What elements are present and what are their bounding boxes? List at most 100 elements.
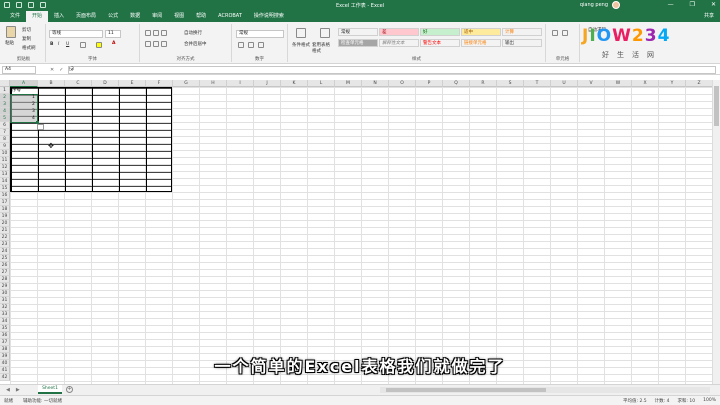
column-header-p[interactable]: P (416, 80, 443, 87)
row-header-20[interactable]: 20 (0, 220, 10, 227)
tab-review[interactable]: 审阅 (146, 11, 168, 22)
row-header-38[interactable]: 38 (0, 346, 10, 353)
tab-help[interactable]: 帮助 (190, 11, 212, 22)
row-header-37[interactable]: 37 (0, 339, 10, 346)
formula-input[interactable]: 3 (68, 66, 716, 74)
font-size-select[interactable]: 11 (105, 30, 121, 38)
row-header-4[interactable]: 4 (0, 108, 10, 115)
cell-a1[interactable]: 序号 (12, 87, 21, 94)
row-header-10[interactable]: 10 (0, 150, 10, 157)
column-header-c[interactable]: C (65, 80, 92, 87)
row-header-18[interactable]: 18 (0, 206, 10, 213)
row-header-22[interactable]: 22 (0, 234, 10, 241)
row-header-19[interactable]: 19 (0, 213, 10, 220)
percent-icon[interactable] (248, 42, 254, 48)
currency-icon[interactable] (238, 42, 244, 48)
horizontal-scroll-thumb[interactable] (386, 388, 546, 392)
row-header-12[interactable]: 12 (0, 164, 10, 171)
row-header-5[interactable]: 5 (0, 115, 10, 122)
close-icon[interactable]: ✕ (711, 1, 716, 8)
horizontal-scrollbar[interactable] (380, 387, 710, 393)
style-calculation[interactable]: 计算 (502, 28, 542, 36)
row-header-26[interactable]: 26 (0, 262, 10, 269)
tab-acrobat[interactable]: ACROBAT (212, 11, 248, 22)
copy-button[interactable]: 复制 (22, 36, 31, 42)
tab-file[interactable]: 文件 (4, 11, 26, 22)
row-header-14[interactable]: 14 (0, 178, 10, 185)
column-header-x[interactable]: X (632, 80, 659, 87)
style-neutral[interactable]: 适中 (461, 28, 501, 36)
row-header-33[interactable]: 33 (0, 311, 10, 318)
style-linked-cell[interactable]: 链接单元格 (461, 39, 501, 47)
select-all-corner[interactable] (0, 80, 10, 87)
align-center-icon[interactable] (153, 41, 159, 47)
align-right-icon[interactable] (161, 41, 167, 47)
avatar[interactable] (612, 1, 620, 9)
style-check-cell[interactable]: 检查单元格 (338, 39, 378, 47)
name-box[interactable]: A4 (2, 66, 36, 74)
vertical-scrollbar[interactable] (712, 80, 720, 384)
column-header-k[interactable]: K (281, 80, 308, 87)
fill-color-icon[interactable] (96, 42, 102, 48)
column-header-d[interactable]: D (92, 80, 119, 87)
row-header-16[interactable]: 16 (0, 192, 10, 199)
style-good[interactable]: 好 (420, 28, 460, 36)
row-header-25[interactable]: 25 (0, 255, 10, 262)
tell-me-search[interactable]: 操作说明搜索 (248, 11, 290, 22)
add-sheet-icon[interactable]: + (66, 386, 73, 393)
column-header-s[interactable]: S (497, 80, 524, 87)
cut-button[interactable]: 剪切 (22, 27, 31, 33)
row-header-32[interactable]: 32 (0, 304, 10, 311)
minimize-icon[interactable]: — (668, 1, 674, 8)
paste-button[interactable]: 粘贴 (5, 40, 14, 46)
row-header-15[interactable]: 15 (0, 185, 10, 192)
row-header-31[interactable]: 31 (0, 297, 10, 304)
column-header-a[interactable]: A (10, 80, 38, 87)
restore-icon[interactable]: ❐ (690, 1, 695, 8)
align-top-icon[interactable] (145, 30, 151, 36)
cancel-icon[interactable]: ✕ (50, 67, 54, 73)
row-header-28[interactable]: 28 (0, 276, 10, 283)
style-bad[interactable]: 差 (379, 28, 419, 36)
row-header-34[interactable]: 34 (0, 318, 10, 325)
column-header-j[interactable]: J (254, 80, 281, 87)
column-header-m[interactable]: M (335, 80, 362, 87)
column-header-r[interactable]: R (470, 80, 497, 87)
cell-a2[interactable]: 1 (32, 94, 35, 101)
column-header-e[interactable]: E (119, 80, 146, 87)
row-header-30[interactable]: 30 (0, 290, 10, 297)
row-header-36[interactable]: 36 (0, 332, 10, 339)
column-header-u[interactable]: U (551, 80, 578, 87)
row-header-1[interactable]: 1 (0, 87, 10, 94)
row-header-23[interactable]: 23 (0, 241, 10, 248)
column-header-b[interactable]: B (38, 80, 65, 87)
vertical-scroll-thumb[interactable] (714, 86, 719, 126)
conditional-format-button[interactable]: 条件格式 (292, 42, 310, 48)
row-header-21[interactable]: 21 (0, 227, 10, 234)
column-header-h[interactable]: H (200, 80, 227, 87)
row-header-2[interactable]: 2 (0, 94, 10, 101)
column-header-i[interactable]: I (227, 80, 254, 87)
cell-a5[interactable]: 4 (32, 115, 35, 122)
merge-center-button[interactable]: 合并后居中 (184, 41, 207, 47)
worksheet-grid[interactable]: ABCDEFGHIJKLMNOPQRSTUVWXYZ 1 2 3 4 5 6 7 8 9 10 11… (0, 80, 712, 384)
enter-icon[interactable]: ✓ (59, 67, 63, 73)
row-header-8[interactable]: 8 (0, 136, 10, 143)
next-sheet-icon[interactable]: ▶ (16, 387, 20, 393)
insert-cells-icon[interactable] (552, 30, 558, 36)
row-header-11[interactable]: 11 (0, 157, 10, 164)
format-painter-button[interactable]: 格式刷 (22, 45, 36, 51)
row-header-6[interactable]: 6 (0, 122, 10, 129)
align-left-icon[interactable] (145, 41, 151, 47)
column-header-g[interactable]: G (173, 80, 200, 87)
autofill-options-icon[interactable] (37, 124, 44, 130)
cell-a4[interactable]: 3 (32, 108, 35, 115)
cell-a3[interactable]: 2 (32, 101, 35, 108)
column-header-z[interactable]: Z (686, 80, 712, 87)
row-header-35[interactable]: 35 (0, 325, 10, 332)
row-header-17[interactable]: 17 (0, 199, 10, 206)
row-header-27[interactable]: 27 (0, 269, 10, 276)
sheet-tab-sheet1[interactable]: Sheet1 (38, 385, 62, 394)
row-header-7[interactable]: 7 (0, 129, 10, 136)
column-header-y[interactable]: Y (659, 80, 686, 87)
